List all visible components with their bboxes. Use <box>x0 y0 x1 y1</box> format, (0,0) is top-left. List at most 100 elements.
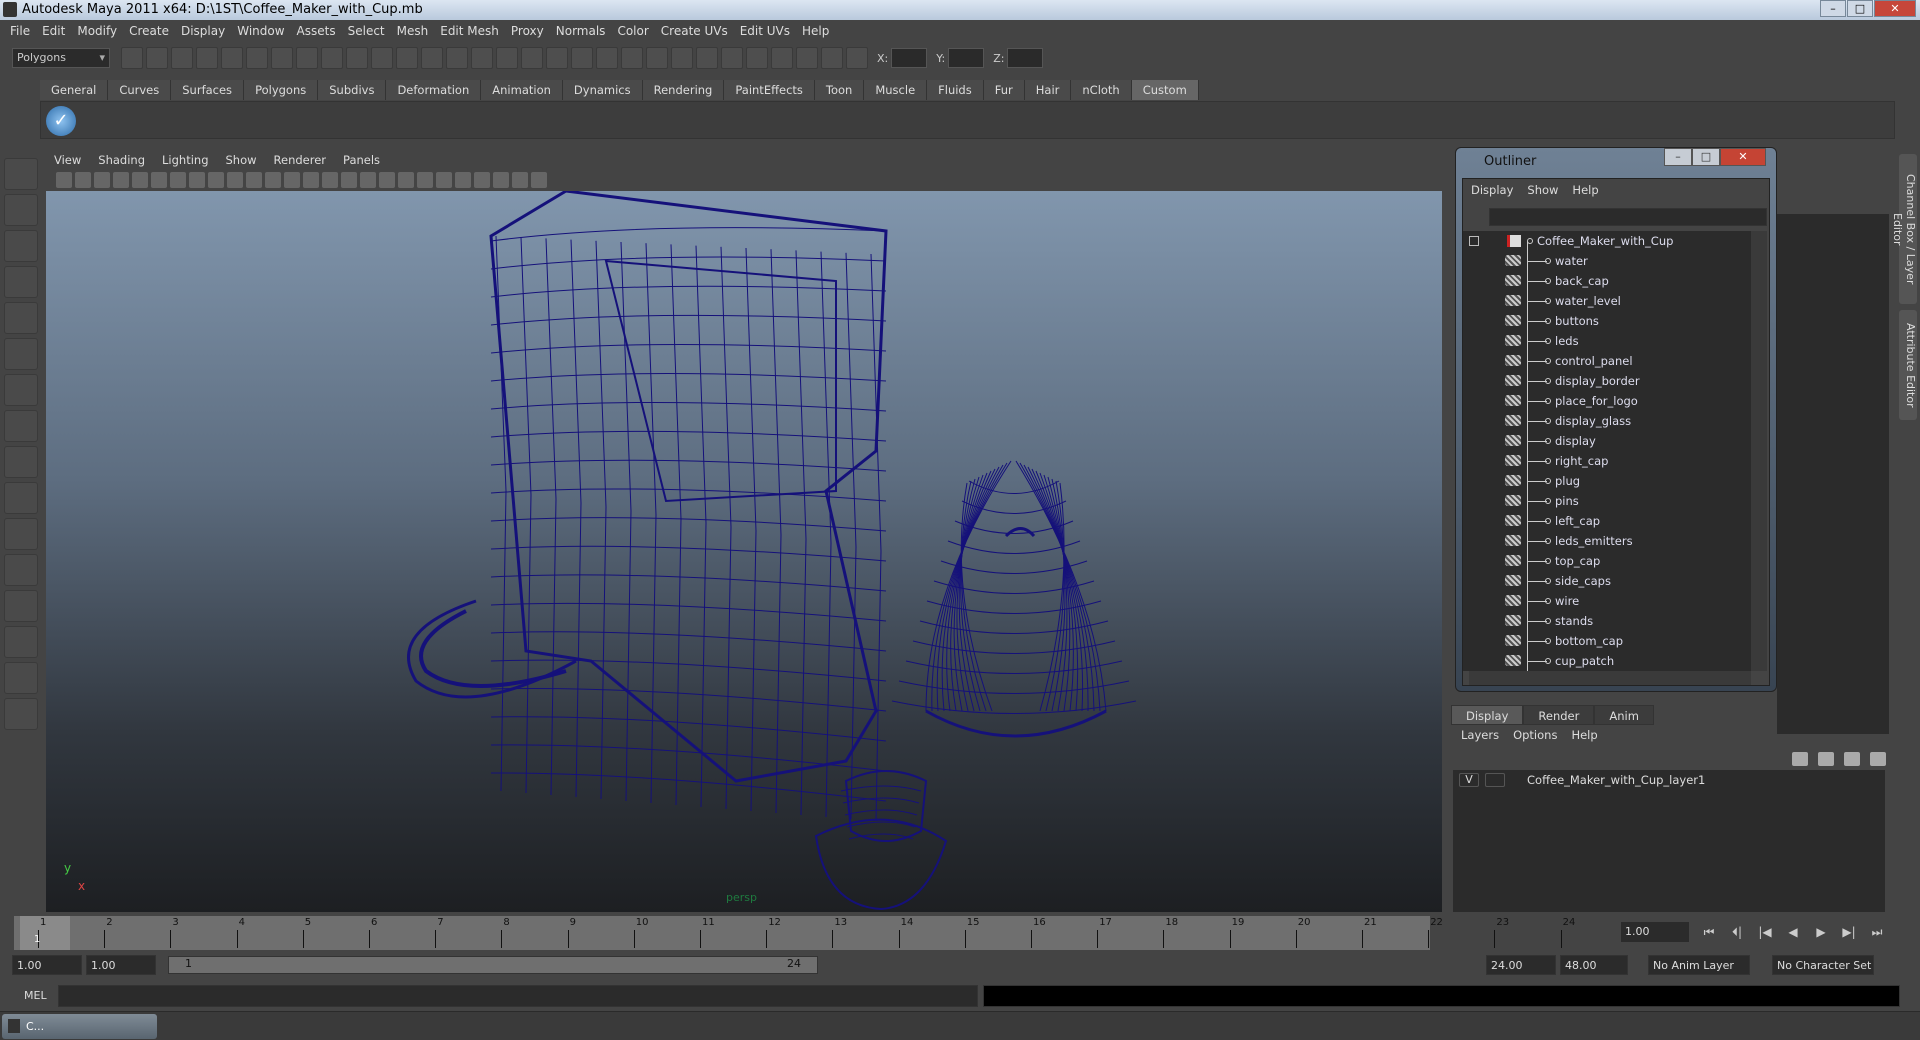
viewport-tool-icon[interactable] <box>303 172 319 188</box>
viewport-tool-icon[interactable] <box>94 172 110 188</box>
toolbar-tool-icon[interactable] <box>346 47 368 69</box>
outliner-item[interactable]: left_cap <box>1463 511 1751 531</box>
viewport-tool-icon[interactable] <box>284 172 300 188</box>
playback-end-field[interactable]: 24.00 <box>1486 955 1556 975</box>
y-field[interactable] <box>948 48 985 68</box>
toolbar-tool-icon[interactable] <box>671 47 693 69</box>
tab-custom[interactable]: Custom <box>1131 80 1199 100</box>
time-slider[interactable]: 1 2 3 4 5 6 7 8 9 10 11 12 13 14 15 16 17 18 19 20 21 22 23 24 1 <box>14 916 1575 950</box>
menu-edit[interactable]: Edit <box>42 24 65 38</box>
outliner-root-item[interactable]: Coffee_Maker_with_Cup <box>1463 231 1751 251</box>
outliner-item[interactable]: pins <box>1463 491 1751 511</box>
minimized-window[interactable]: C... <box>2 1014 157 1039</box>
viewport-menu-view[interactable]: View <box>54 153 81 167</box>
tab-general[interactable]: General <box>40 80 109 100</box>
tab-rendering[interactable]: Rendering <box>642 80 725 100</box>
maximize-button[interactable]: □ <box>1847 0 1873 17</box>
tab-dynamics[interactable]: Dynamics <box>562 80 643 100</box>
menu-color[interactable]: Color <box>617 24 648 38</box>
step-back-key-icon[interactable]: ⏴| <box>1726 922 1748 942</box>
viewport-tool-icon[interactable] <box>455 172 471 188</box>
outliner-item[interactable]: display <box>1463 431 1751 451</box>
menu-create-uvs[interactable]: Create UVs <box>661 24 728 38</box>
layout-four-icon[interactable] <box>4 554 38 586</box>
menu-help[interactable]: Help <box>802 24 829 38</box>
tab-toon[interactable]: Toon <box>814 80 865 100</box>
toolbar-tool-icon[interactable] <box>571 47 593 69</box>
toolbar-tool-icon[interactable] <box>221 47 243 69</box>
outliner-item[interactable]: back_cap <box>1463 271 1751 291</box>
move-tool-icon[interactable] <box>4 266 38 298</box>
manipulator-icon[interactable] <box>4 374 38 406</box>
outliner-item[interactable]: plug <box>1463 471 1751 491</box>
layer-type-toggle[interactable] <box>1485 773 1505 787</box>
tab-hair[interactable]: Hair <box>1024 80 1072 100</box>
menu-file[interactable]: File <box>10 24 30 38</box>
toolbar-tool-icon[interactable] <box>496 47 518 69</box>
menu-normals[interactable]: Normals <box>556 24 606 38</box>
new-layer-icon[interactable] <box>1844 752 1860 766</box>
toolbar-tool-icon[interactable] <box>121 47 143 69</box>
menu-proxy[interactable]: Proxy <box>511 24 544 38</box>
menu-assets[interactable]: Assets <box>297 24 336 38</box>
toolbar-tool-icon[interactable] <box>771 47 793 69</box>
viewport-menu-panels[interactable]: Panels <box>343 153 380 167</box>
tab-fluids[interactable]: Fluids <box>927 80 984 100</box>
layout-hypershade-icon[interactable] <box>4 662 38 694</box>
outliner-close-button[interactable]: ✕ <box>1720 148 1766 166</box>
show-manipulator-icon[interactable] <box>4 446 38 478</box>
toolbar-tool-icon[interactable] <box>271 47 293 69</box>
go-to-start-icon[interactable]: ⏮ <box>1698 922 1720 942</box>
viewport-tool-icon[interactable] <box>379 172 395 188</box>
tab-painteffects[interactable]: PaintEffects <box>724 80 815 100</box>
step-back-frame-icon[interactable]: |◀ <box>1754 922 1776 942</box>
outliner-item[interactable]: stands <box>1463 611 1751 631</box>
go-to-end-icon[interactable]: ⏭ <box>1866 922 1888 942</box>
layout-outliner-icon[interactable] <box>4 590 38 622</box>
layer-menu-options[interactable]: Options <box>1513 728 1557 742</box>
outliner-item[interactable]: leds_emitters <box>1463 531 1751 551</box>
viewport-tool-icon[interactable] <box>170 172 186 188</box>
layer-tab-display[interactable]: Display <box>1451 705 1524 725</box>
play-backward-icon[interactable]: ◀ <box>1782 922 1804 942</box>
menu-display[interactable]: Display <box>181 24 225 38</box>
toolbar-tool-icon[interactable] <box>546 47 568 69</box>
viewport-tool-icon[interactable] <box>208 172 224 188</box>
toolbar-tool-icon[interactable] <box>521 47 543 69</box>
outliner-scrollbar[interactable] <box>1751 231 1767 671</box>
viewport-tool-icon[interactable] <box>227 172 243 188</box>
layer-menu-help[interactable]: Help <box>1571 728 1597 742</box>
layout-single-icon[interactable] <box>4 518 38 550</box>
toolbar-tool-icon[interactable] <box>846 47 868 69</box>
tab-muscle[interactable]: Muscle <box>864 80 928 100</box>
tab-surfaces[interactable]: Surfaces <box>171 80 245 100</box>
mode-select[interactable]: Polygons <box>12 48 110 68</box>
outliner-hscrollbar[interactable] <box>1469 671 1751 685</box>
toolbar-tool-icon[interactable] <box>246 47 268 69</box>
end-time-field[interactable]: 48.00 <box>1560 955 1628 975</box>
toolbar-tool-icon[interactable] <box>171 47 193 69</box>
soft-mod-icon[interactable] <box>4 410 38 442</box>
outliner-item[interactable]: buttons <box>1463 311 1751 331</box>
viewport-menu-show[interactable]: Show <box>226 153 257 167</box>
viewport-tool-icon[interactable] <box>151 172 167 188</box>
minimize-button[interactable]: – <box>1820 0 1846 17</box>
toolbar-tool-icon[interactable] <box>296 47 318 69</box>
outliner-item[interactable]: cup_patch <box>1463 651 1751 671</box>
outliner-item[interactable]: side_caps <box>1463 571 1751 591</box>
new-layer-from-selected-icon[interactable] <box>1870 752 1886 766</box>
outliner-item[interactable]: control_panel <box>1463 351 1751 371</box>
viewport-tool-icon[interactable] <box>512 172 528 188</box>
x-field[interactable] <box>891 48 928 68</box>
menu-create[interactable]: Create <box>129 24 169 38</box>
step-forward-key-icon[interactable]: ▶| <box>1838 922 1860 942</box>
viewport-tool-icon[interactable] <box>56 172 72 188</box>
toolbar-tool-icon[interactable] <box>146 47 168 69</box>
outliner-item[interactable]: wire <box>1463 591 1751 611</box>
layout-uv-icon[interactable] <box>4 698 38 730</box>
toolbar-tool-icon[interactable] <box>471 47 493 69</box>
tab-animation[interactable]: Animation <box>481 80 563 100</box>
outliner-item[interactable]: right_cap <box>1463 451 1751 471</box>
viewport-tool-icon[interactable] <box>189 172 205 188</box>
toolbar-tool-icon[interactable] <box>596 47 618 69</box>
